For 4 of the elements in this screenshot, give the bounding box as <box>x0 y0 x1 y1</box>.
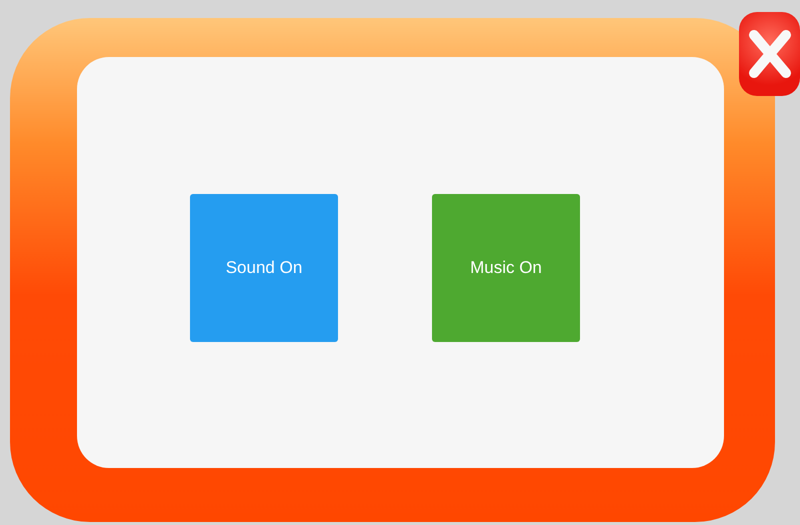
toggle-tile[interactable]: Sound On <box>190 194 338 342</box>
close-icon <box>748 29 792 79</box>
close-button[interactable] <box>739 12 800 96</box>
toggle-tile[interactable]: Music On <box>432 194 580 342</box>
